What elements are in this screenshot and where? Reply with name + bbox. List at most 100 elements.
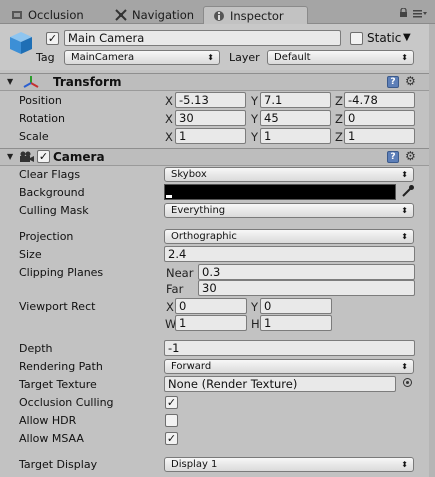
chevron-down-icon: ⬍ bbox=[401, 460, 408, 469]
rendering-path-label: Rendering Path bbox=[19, 360, 103, 373]
eyedropper-icon[interactable] bbox=[401, 184, 415, 198]
clipping-planes-label: Clipping Planes bbox=[19, 266, 104, 279]
static-label: Static bbox=[367, 31, 402, 45]
rotation-z-label[interactable]: Z bbox=[335, 112, 343, 126]
allow-hdr-label: Allow HDR bbox=[19, 414, 77, 427]
scale-label: Scale bbox=[19, 130, 49, 143]
chevron-down-icon: ⬍ bbox=[207, 53, 214, 62]
background-color-swatch[interactable] bbox=[164, 184, 396, 200]
far-label[interactable]: Far bbox=[166, 282, 183, 296]
viewport-h-field[interactable]: 1 bbox=[260, 315, 332, 331]
viewport-w-field[interactable]: 1 bbox=[175, 315, 247, 331]
viewport-y-label[interactable]: Y bbox=[251, 300, 258, 314]
near-label[interactable]: Near bbox=[166, 266, 193, 280]
static-dropdown-arrow[interactable]: ▼ bbox=[403, 32, 411, 43]
projection-label: Projection bbox=[19, 230, 74, 243]
tab-occlusion[interactable]: Occlusion bbox=[2, 6, 98, 24]
target-display-dropdown[interactable]: Display 1 ⬍ bbox=[164, 457, 414, 472]
layer-label: Layer bbox=[229, 51, 260, 64]
navigation-icon bbox=[115, 9, 127, 21]
scale-y-field[interactable]: 1 bbox=[260, 128, 331, 144]
camera-enabled-checkbox[interactable]: ✓ bbox=[37, 150, 50, 163]
position-y-label[interactable]: Y bbox=[251, 94, 258, 108]
target-display-value: Display 1 bbox=[171, 459, 218, 470]
camera-icon bbox=[20, 151, 34, 162]
position-y-field[interactable]: 7.1 bbox=[260, 92, 331, 108]
help-icon[interactable]: ? bbox=[387, 76, 399, 88]
tab-navigation-label: Navigation bbox=[132, 8, 195, 22]
scale-x-label[interactable]: X bbox=[165, 130, 173, 144]
rendering-path-value: Forward bbox=[171, 361, 212, 372]
scale-z-field[interactable]: 1 bbox=[344, 128, 415, 144]
object-picker-icon[interactable] bbox=[403, 378, 412, 387]
viewport-x-label[interactable]: X bbox=[166, 300, 174, 314]
viewport-y-field[interactable]: 0 bbox=[260, 298, 332, 314]
rotation-label: Rotation bbox=[19, 112, 66, 125]
rotation-y-label[interactable]: Y bbox=[251, 112, 258, 126]
layer-dropdown[interactable]: Default ⬍ bbox=[267, 50, 414, 65]
culling-mask-value: Everything bbox=[171, 205, 226, 216]
position-x-field[interactable]: -5.13 bbox=[175, 92, 246, 108]
allow-msaa-label: Allow MSAA bbox=[19, 432, 84, 445]
rotation-z-field[interactable]: 0 bbox=[344, 110, 415, 126]
allow-msaa-checkbox[interactable]: ✓ bbox=[165, 432, 178, 445]
rotation-y-field[interactable]: 45 bbox=[260, 110, 331, 126]
context-menu-icon[interactable] bbox=[413, 9, 427, 19]
background-label: Background bbox=[19, 186, 85, 199]
camera-foldout-icon[interactable]: ▼ bbox=[7, 152, 13, 161]
chevron-down-icon: ⬍ bbox=[401, 232, 408, 241]
position-x-label[interactable]: X bbox=[165, 94, 173, 108]
clear-flags-label: Clear Flags bbox=[19, 168, 81, 181]
tab-occlusion-label: Occlusion bbox=[28, 8, 84, 22]
projection-dropdown[interactable]: Orthographic ⬍ bbox=[164, 229, 414, 244]
inspector-icon bbox=[214, 11, 224, 21]
culling-mask-dropdown[interactable]: Everything ⬍ bbox=[164, 203, 414, 218]
position-z-label[interactable]: Z bbox=[335, 94, 343, 108]
allow-hdr-checkbox[interactable] bbox=[165, 414, 178, 427]
tag-dropdown[interactable]: MainCamera ⬍ bbox=[64, 50, 220, 65]
tab-navigation[interactable]: Navigation bbox=[106, 6, 202, 24]
far-field[interactable]: 30 bbox=[198, 280, 415, 296]
occlusion-culling-checkbox[interactable]: ✓ bbox=[165, 396, 178, 409]
scale-y-label[interactable]: Y bbox=[251, 130, 258, 144]
gear-icon[interactable]: ⚙ bbox=[405, 75, 416, 87]
chevron-down-icon: ⬍ bbox=[401, 170, 408, 179]
viewport-x-field[interactable]: 0 bbox=[175, 298, 247, 314]
transform-foldout-icon[interactable]: ▼ bbox=[7, 77, 13, 86]
size-label: Size bbox=[19, 248, 42, 261]
size-field[interactable]: 2.4 bbox=[164, 246, 415, 262]
occlusion-icon bbox=[12, 11, 22, 19]
scrollbar[interactable] bbox=[429, 24, 435, 477]
scale-z-label[interactable]: Z bbox=[335, 130, 343, 144]
tag-label: Tag bbox=[36, 51, 55, 64]
clear-flags-dropdown[interactable]: Skybox ⬍ bbox=[164, 167, 414, 182]
active-checkbox[interactable]: ✓ bbox=[46, 32, 59, 45]
target-texture-field[interactable]: None (Render Texture) bbox=[164, 376, 396, 392]
scale-x-field[interactable]: 1 bbox=[175, 128, 246, 144]
static-checkbox[interactable] bbox=[350, 32, 363, 45]
target-display-label: Target Display bbox=[19, 458, 98, 471]
clear-flags-value: Skybox bbox=[171, 169, 207, 180]
depth-field[interactable]: -1 bbox=[164, 340, 415, 356]
tab-inspector-label: Inspector bbox=[230, 9, 284, 23]
lock-icon[interactable] bbox=[399, 7, 408, 17]
viewport-rect-label: Viewport Rect bbox=[19, 300, 96, 313]
object-picker-dot bbox=[406, 381, 409, 384]
near-field[interactable]: 0.3 bbox=[198, 264, 415, 280]
target-texture-label: Target Texture bbox=[19, 378, 97, 391]
gear-icon[interactable]: ⚙ bbox=[405, 150, 416, 162]
rendering-path-dropdown[interactable]: Forward ⬍ bbox=[164, 359, 414, 374]
viewport-h-label[interactable]: H bbox=[251, 317, 260, 331]
rotation-x-field[interactable]: 30 bbox=[175, 110, 246, 126]
rotation-x-label[interactable]: X bbox=[165, 112, 173, 126]
help-icon[interactable]: ? bbox=[387, 151, 399, 163]
tab-inspector[interactable]: Inspector bbox=[203, 6, 308, 24]
chevron-down-icon: ⬍ bbox=[401, 53, 408, 62]
object-name-input[interactable]: Main Camera bbox=[64, 30, 341, 46]
chevron-down-icon: ⬍ bbox=[401, 362, 408, 371]
culling-mask-label: Culling Mask bbox=[19, 204, 89, 217]
depth-label: Depth bbox=[19, 342, 53, 355]
position-z-field[interactable]: -4.78 bbox=[344, 92, 415, 108]
chevron-down-icon: ⬍ bbox=[401, 206, 408, 215]
camera-title: Camera bbox=[53, 150, 105, 164]
